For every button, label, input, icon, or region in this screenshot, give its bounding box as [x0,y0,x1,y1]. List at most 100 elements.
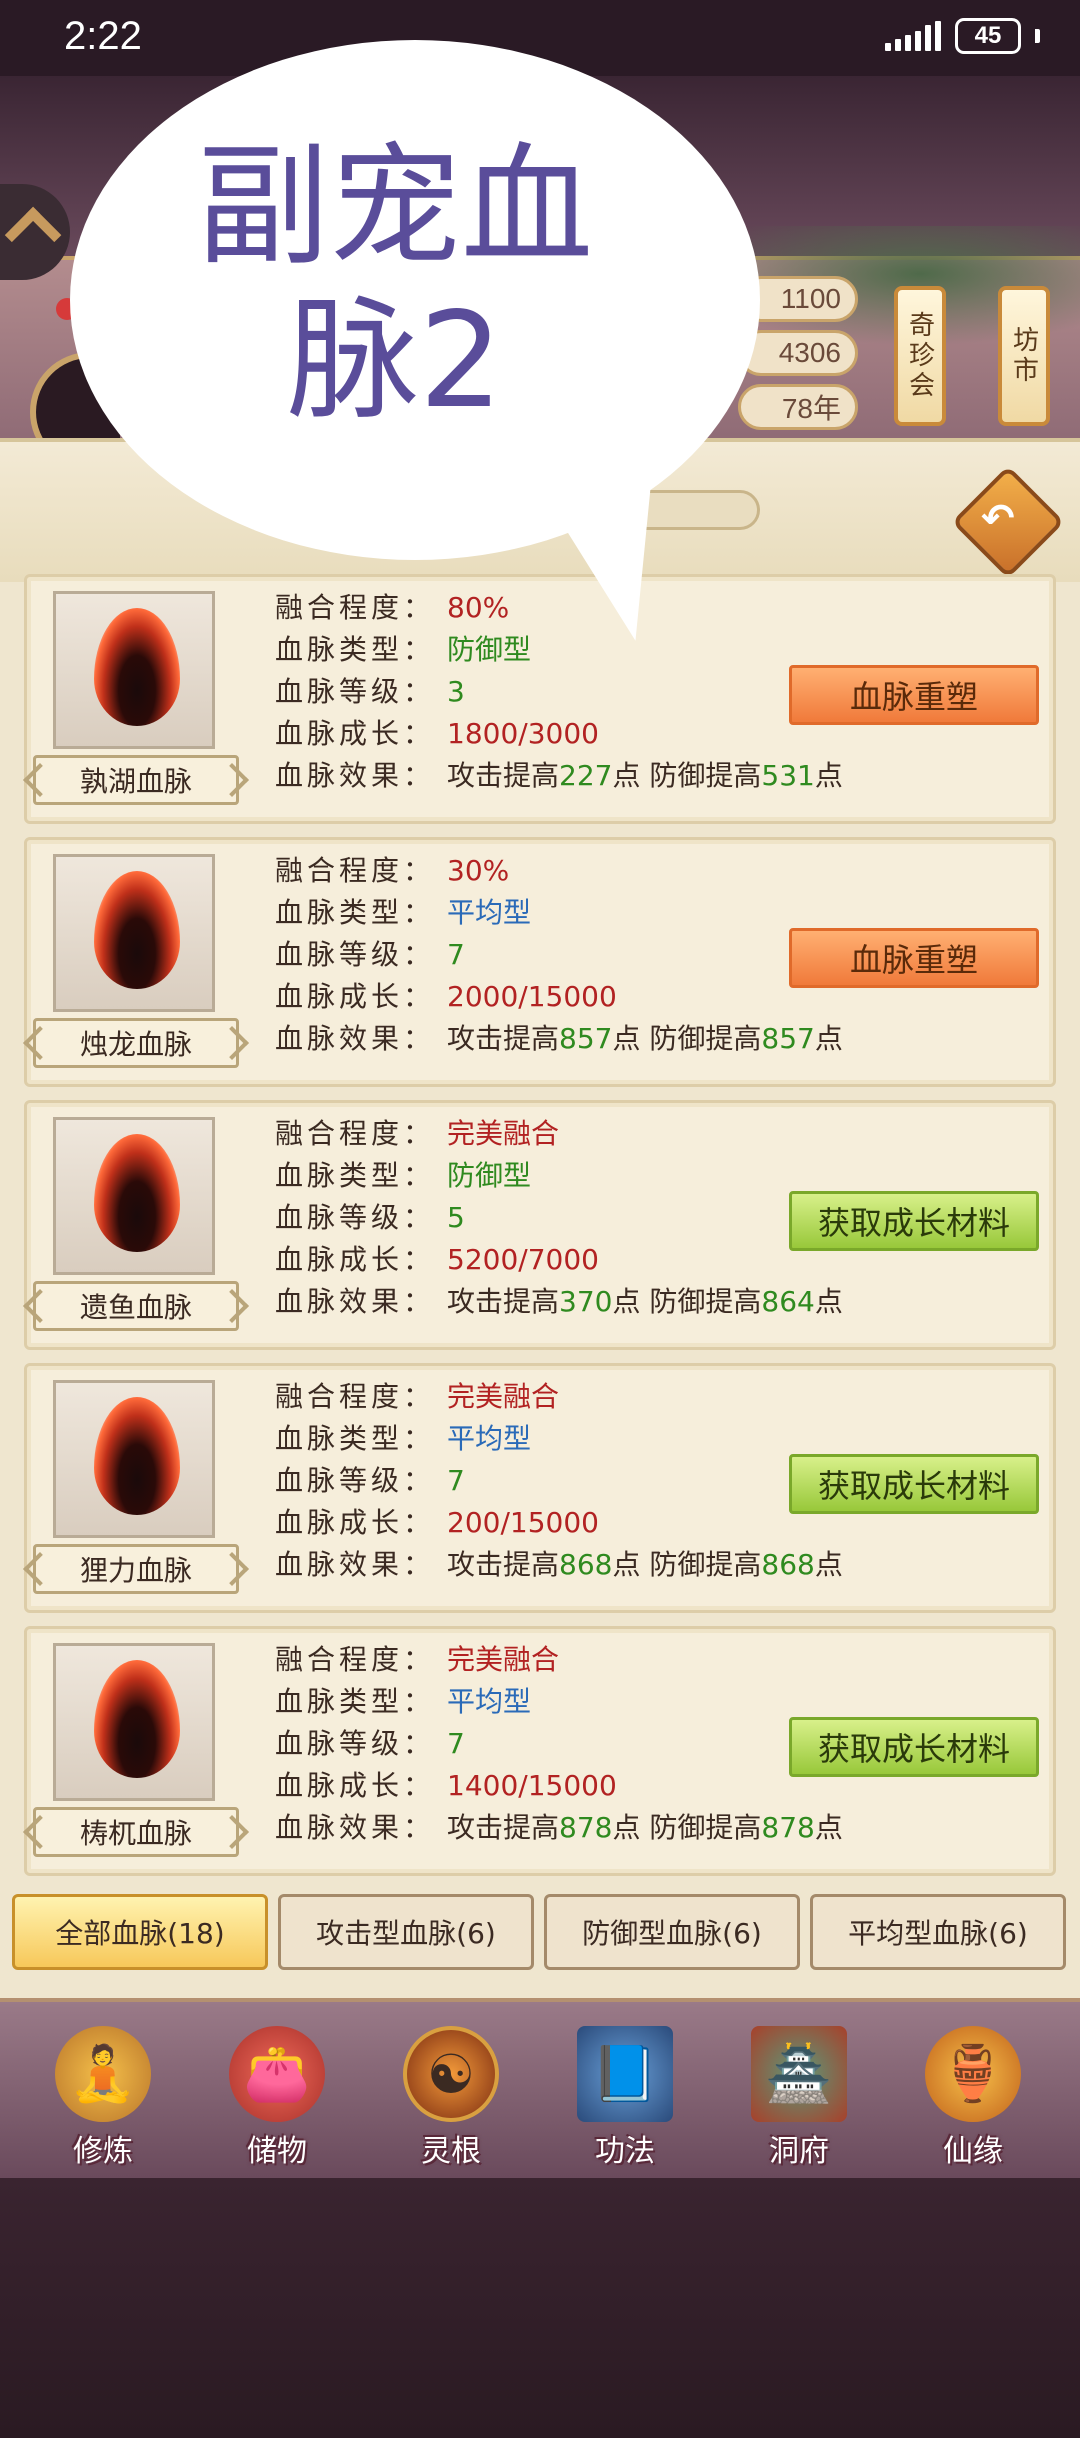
tab-defense-bloodlines[interactable]: 防御型血脉(6) [544,1894,800,1970]
overlay-caption: 副宠血 脉2 [150,130,640,438]
battery-tip [1035,29,1040,43]
reshape-bloodline-button[interactable]: 血脉重塑 [789,928,1039,988]
type-row: 血脉类型： 防御型 [275,1155,843,1197]
growth-label: 血脉成长： [275,1243,436,1276]
bloodline-image[interactable] [53,1117,215,1275]
growth-row: 血脉成长： 1400/15000 [275,1765,843,1807]
bloodline-image[interactable] [53,854,215,1012]
filter-tabs: 全部血脉(18) 攻击型血脉(6) 防御型血脉(6) 平均型血脉(6) [12,1894,1068,1974]
reshape-bloodline-button[interactable]: 血脉重塑 [789,665,1039,725]
nav-storage[interactable]: 👛 储物 [202,2026,352,2176]
fusion-row: 融合程度： 30% [275,850,843,892]
growth-value: 5200/7000 [447,1243,599,1276]
effect-prefix: 攻击提高 [447,1022,560,1055]
scripture-book-icon: 📘 [577,2026,673,2122]
attack-bonus: 878 [559,1811,613,1844]
type-row: 血脉类型： 防御型 [275,629,843,671]
get-growth-material-button[interactable]: 获取成长材料 [789,1717,1039,1777]
level-label: 血脉等级： [275,1727,436,1760]
level-value: 5 [447,1201,465,1234]
fusion-value: 完美融合 [447,1380,560,1413]
effect-suffix: 点 [814,1022,843,1055]
level-row: 血脉等级： 3 [275,671,843,713]
market-button[interactable]: 坊市 [998,286,1050,426]
treasure-fair-button[interactable]: 奇珍会 [894,286,946,426]
effect-prefix: 攻击提高 [447,759,560,792]
effect-middle: 点 防御提高 [612,1548,762,1581]
effect-suffix: 点 [814,1811,843,1844]
bloodline-name: 梼杌血脉 [33,1807,239,1857]
resource-pill-3: 78年 [738,384,858,430]
overlay-line-1: 副宠血 [197,130,593,284]
blood-flame-icon [94,1660,180,1778]
level-value: 7 [447,938,465,971]
level-label: 血脉等级： [275,938,436,971]
effect-middle: 点 防御提高 [612,1285,762,1318]
cave-mansion-icon: 🏯 [751,2026,847,2122]
get-growth-material-button[interactable]: 获取成长材料 [789,1191,1039,1251]
fusion-label: 融合程度： [275,854,436,887]
effect-suffix: 点 [814,1548,843,1581]
signal-icon [885,21,941,51]
type-label: 血脉类型： [275,896,436,929]
growth-value: 1400/15000 [447,1769,617,1802]
fusion-label: 融合程度： [275,591,436,624]
battery-icon: 45 [955,18,1021,54]
tab-all-bloodlines[interactable]: 全部血脉(18) [12,1894,268,1970]
bloodline-attributes: 融合程度： 完美融合 血脉类型： 平均型 血脉等级： 7 血脉成长： 1400/15000 血脉… [275,1639,843,1849]
nav-techniques[interactable]: 📘 功法 [550,2026,700,2176]
nav-spirit-root[interactable]: ☯ 灵根 [376,2026,526,2176]
back-button[interactable]: ↶ [951,465,1065,579]
nav-cultivation[interactable]: 🧘 修炼 [28,2026,178,2176]
bloodline-panel: ↶ 孰湖血脉 融合程度： 80% 血脉类型： 防御型 血脉等级： 3 血脉成长： 1800/30… [0,438,1080,1998]
growth-label: 血脉成长： [275,980,436,1013]
type-value: 平均型 [447,1685,532,1718]
fusion-value: 完美融合 [447,1117,560,1150]
tab-balanced-bloodlines[interactable]: 平均型血脉(6) [810,1894,1066,1970]
effect-label: 血脉效果： [275,1022,436,1055]
fusion-value: 80% [447,591,510,624]
nav-label: 功法 [595,2134,655,2169]
effect-label: 血脉效果： [275,759,436,792]
level-label: 血脉等级： [275,1201,436,1234]
bloodline-attributes: 融合程度： 完美融合 血脉类型： 防御型 血脉等级： 5 血脉成长： 5200/7000 血脉效… [275,1113,843,1323]
bloodline-image[interactable] [53,1380,215,1538]
get-growth-material-button[interactable]: 获取成长材料 [789,1454,1039,1514]
bloodline-name: 孰湖血脉 [33,755,239,805]
bloodline-card: 狸力血脉 融合程度： 完美融合 血脉类型： 平均型 血脉等级： 7 血脉成长： 200/1500… [24,1363,1056,1613]
effect-label: 血脉效果： [275,1811,436,1844]
bloodline-name: 狸力血脉 [33,1544,239,1594]
blood-flame-icon [94,871,180,989]
cultivation-icon: 🧘 [55,2026,151,2122]
growth-label: 血脉成长： [275,1506,436,1539]
type-row: 血脉类型： 平均型 [275,892,843,934]
effect-prefix: 攻击提高 [447,1285,560,1318]
bloodline-attributes: 融合程度： 80% 血脉类型： 防御型 血脉等级： 3 血脉成长： 1800/3000 血脉效果… [275,587,843,797]
effect-row: 血脉效果： 攻击提高 878 点 防御提高 878 点 [275,1807,843,1849]
growth-label: 血脉成长： [275,1769,436,1802]
tab-attack-bloodlines[interactable]: 攻击型血脉(6) [278,1894,534,1970]
type-value: 防御型 [447,1159,532,1192]
bloodline-image[interactable] [53,591,215,749]
type-value: 平均型 [447,1422,532,1455]
bottom-background [0,2178,1080,2438]
storage-bag-icon: 👛 [229,2026,325,2122]
type-value: 平均型 [447,896,532,929]
effect-row: 血脉效果： 攻击提高 868 点 防御提高 868 点 [275,1544,843,1586]
bloodline-image[interactable] [53,1643,215,1801]
type-row: 血脉类型： 平均型 [275,1681,843,1723]
back-arrow-icon: ↶ [981,496,1015,543]
blood-flame-icon [94,1134,180,1252]
nav-label: 修炼 [73,2134,133,2169]
defense-bonus: 864 [761,1285,815,1318]
nav-label: 仙缘 [943,2134,1003,2169]
bloodline-card: 遗鱼血脉 融合程度： 完美融合 血脉类型： 防御型 血脉等级： 5 血脉成长： 5200/700… [24,1100,1056,1350]
effect-label: 血脉效果： [275,1285,436,1318]
growth-row: 血脉成长： 5200/7000 [275,1239,843,1281]
attack-bonus: 857 [559,1022,613,1055]
nav-immortal-fate[interactable]: 🏺 仙缘 [898,2026,1048,2176]
fusion-row: 融合程度： 80% [275,587,843,629]
growth-row: 血脉成长： 2000/15000 [275,976,843,1018]
level-label: 血脉等级： [275,675,436,708]
nav-cave-mansion[interactable]: 🏯 洞府 [724,2026,874,2176]
